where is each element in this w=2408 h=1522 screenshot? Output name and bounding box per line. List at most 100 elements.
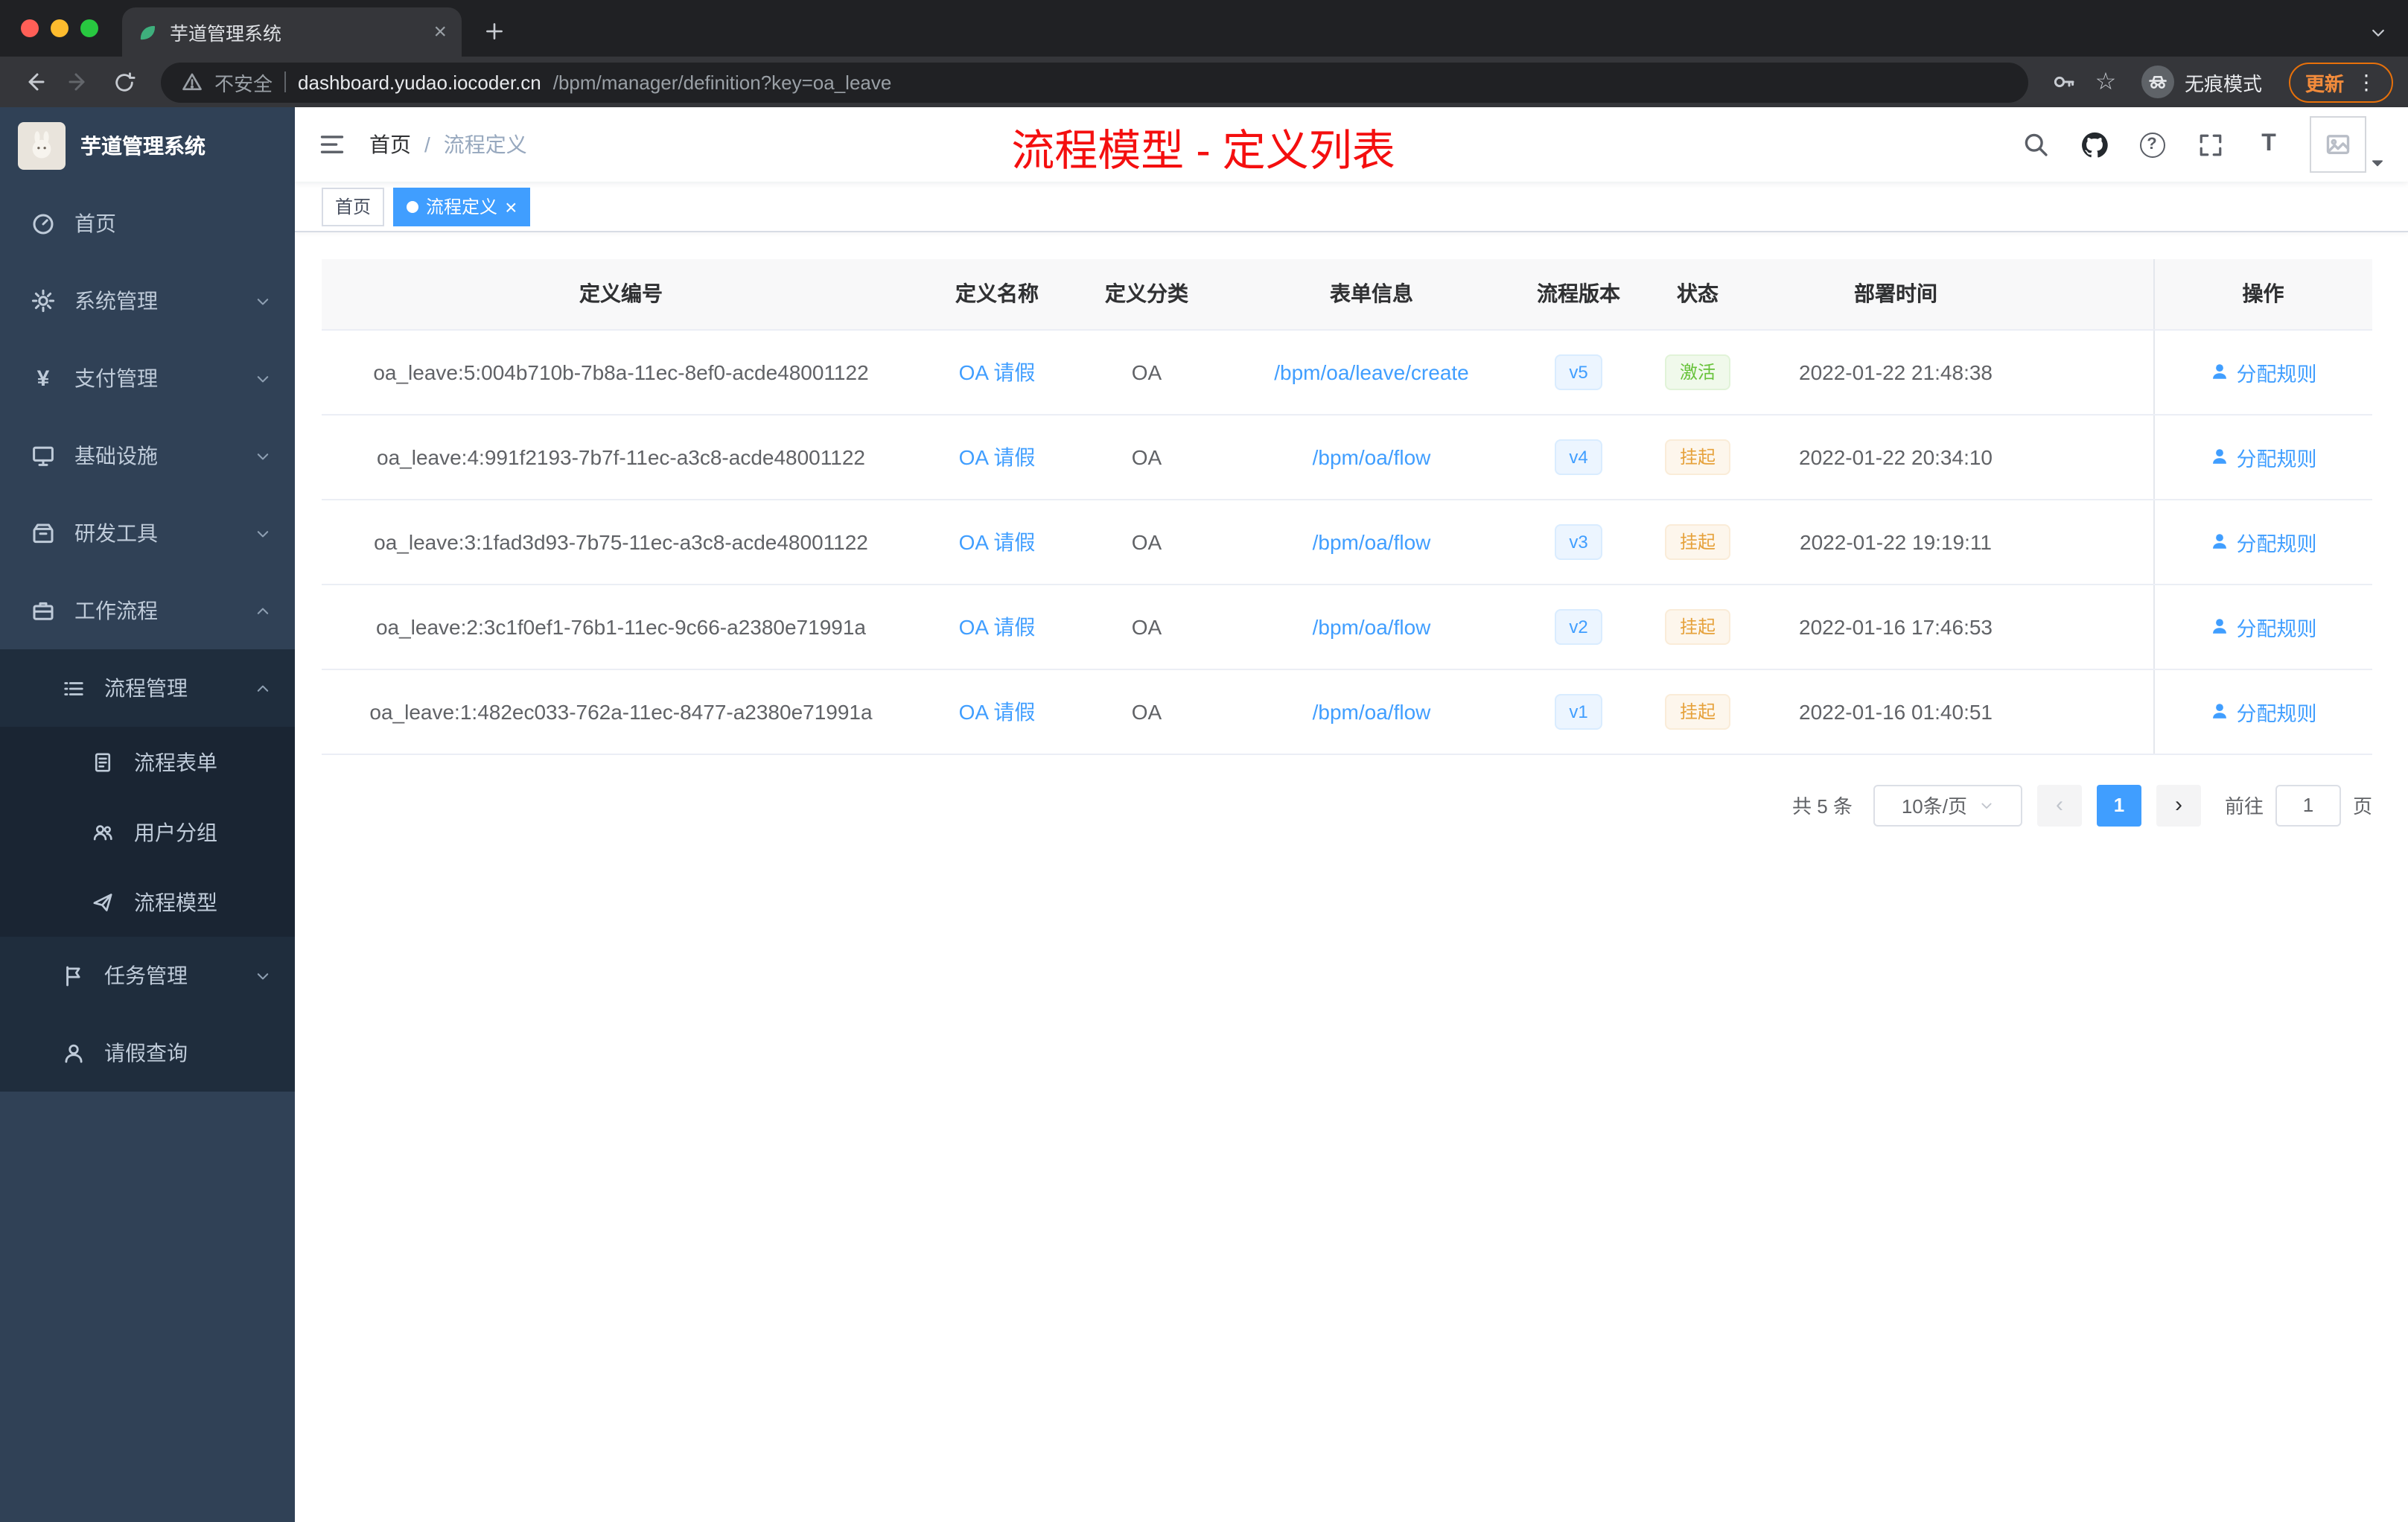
back-button[interactable]: [15, 63, 54, 101]
sidebar-item-process-management[interactable]: 流程管理: [0, 649, 295, 727]
cell-deploy-time: 2022-01-16 01:40:51: [1762, 669, 2030, 754]
page-number-1[interactable]: 1: [2096, 784, 2141, 826]
sidebar: 芋道管理系统 首页 系统管理 ¥ 支付管理 基础设施 研发工具 工作流程 流程管…: [0, 107, 295, 1522]
version-badge[interactable]: v4: [1554, 439, 1603, 474]
user-menu[interactable]: [2310, 116, 2384, 173]
bookmark-star-icon[interactable]: ☆: [2088, 64, 2124, 100]
monitor-icon: [30, 444, 57, 468]
sidebar-item-devtools[interactable]: 研发工具: [0, 494, 295, 572]
sidebar-item-process-model[interactable]: 流程模型: [0, 867, 295, 937]
cell-definition-id: oa_leave:3:1fad3d93-7b75-11ec-a3c8-acde4…: [322, 499, 920, 585]
definition-name-link[interactable]: OA 请假: [959, 699, 1036, 723]
sidebar-item-label: 研发工具: [74, 521, 158, 545]
form-link[interactable]: /bpm/oa/flow: [1313, 699, 1431, 723]
window-close-button[interactable]: [21, 19, 39, 37]
tab-search-button[interactable]: [2369, 24, 2387, 42]
reload-button[interactable]: [104, 63, 143, 101]
definition-name-link[interactable]: OA 请假: [959, 360, 1036, 383]
security-label[interactable]: 不安全: [214, 68, 273, 96]
definition-name-link[interactable]: OA 请假: [959, 614, 1036, 638]
table-row: oa_leave:3:1fad3d93-7b75-11ec-a3c8-acde4…: [322, 499, 2372, 585]
table-row: oa_leave:1:482ec033-762a-11ec-8477-a2380…: [322, 669, 2372, 754]
status-badge: 挂起: [1664, 439, 1730, 474]
toolbox-icon: [30, 521, 57, 545]
users-icon: [89, 821, 116, 842]
version-badge[interactable]: v2: [1554, 608, 1603, 644]
font-size-icon[interactable]: T: [2250, 127, 2286, 162]
sidebar-logo[interactable]: 芋道管理系统: [0, 107, 295, 185]
version-badge[interactable]: v3: [1554, 523, 1603, 559]
incognito-icon: [2141, 66, 2174, 98]
tab-close-icon[interactable]: ×: [433, 21, 447, 43]
definition-name-link[interactable]: OA 请假: [959, 529, 1036, 553]
goto-page-input[interactable]: [2275, 784, 2341, 826]
arrow-left-icon: [28, 73, 45, 91]
list-icon: [60, 677, 86, 699]
prev-page-button[interactable]: ‹: [2036, 784, 2082, 826]
page-size-select[interactable]: 10条/页: [1873, 784, 2022, 826]
briefcase-icon: [30, 599, 57, 623]
incognito-indicator: 无痕模式: [2141, 66, 2262, 98]
cell-definition-id: oa_leave:5:004b710b-7b8a-11ec-8ef0-acde4…: [322, 329, 920, 415]
assign-rule-button[interactable]: 分配规则: [2210, 442, 2317, 471]
cell-filler: [2030, 669, 2153, 754]
tags-view-bar: 首页 流程定义 ×: [295, 182, 2408, 232]
browser-update-chip[interactable]: 更新 ⋮: [2288, 62, 2393, 102]
assign-rule-button[interactable]: 分配规则: [2210, 611, 2317, 641]
form-link[interactable]: /bpm/oa/flow: [1313, 614, 1431, 638]
new-tab-button[interactable]: [474, 10, 515, 52]
fullscreen-icon[interactable]: [2192, 127, 2228, 162]
assign-rule-button[interactable]: 分配规则: [2210, 696, 2317, 726]
assign-rule-button[interactable]: 分配规则: [2210, 357, 2317, 386]
browser-menu-kebab-icon[interactable]: ⋮: [2356, 69, 2377, 95]
table-row: oa_leave:5:004b710b-7b8a-11ec-8ef0-acde4…: [322, 329, 2372, 415]
tag-close-icon[interactable]: ×: [505, 196, 517, 217]
version-badge[interactable]: v5: [1554, 354, 1603, 389]
sidebar-item-task-management[interactable]: 任务管理: [0, 937, 295, 1014]
sidebar-item-process-form[interactable]: 流程表单: [0, 727, 295, 797]
tag-label: 流程定义: [426, 197, 498, 217]
version-badge[interactable]: v1: [1554, 693, 1603, 729]
column-header-filler: [2030, 259, 2153, 330]
status-badge: 激活: [1664, 354, 1730, 389]
cell-filler: [2030, 499, 2153, 585]
sidebar-item-user-group[interactable]: 用户分组: [0, 797, 295, 867]
sidebar-item-payment[interactable]: ¥ 支付管理: [0, 340, 295, 417]
reload-icon: [115, 71, 135, 91]
sidebar-item-workflow[interactable]: 工作流程: [0, 572, 295, 649]
breadcrumb-home[interactable]: 首页: [369, 130, 411, 159]
definition-name-link[interactable]: OA 请假: [959, 445, 1036, 468]
column-header: 定义名称: [920, 259, 1074, 330]
address-bar[interactable]: 不安全 dashboard.yudao.iocoder.cn/bpm/manag…: [161, 62, 2028, 102]
search-icon[interactable]: [2018, 127, 2054, 162]
password-key-icon[interactable]: [2046, 64, 2082, 100]
sidebar-item-home[interactable]: 首页: [0, 185, 295, 262]
sidebar-item-infrastructure[interactable]: 基础设施: [0, 417, 295, 494]
cell-definition-id: oa_leave:1:482ec033-762a-11ec-8477-a2380…: [322, 669, 920, 754]
github-icon[interactable]: [2076, 127, 2112, 162]
next-page-button[interactable]: ›: [2156, 784, 2201, 826]
browser-tab[interactable]: 芋道管理系统 ×: [122, 7, 462, 57]
form-link[interactable]: /bpm/oa/leave/create: [1274, 360, 1469, 383]
column-header: 定义分类: [1074, 259, 1220, 330]
sidebar-item-label: 流程模型: [134, 890, 217, 914]
sidebar-item-label: 请假查询: [104, 1041, 188, 1065]
help-icon[interactable]: ?: [2134, 127, 2170, 162]
window-minimize-button[interactable]: [51, 19, 69, 37]
sidebar-item-system[interactable]: 系统管理: [0, 262, 295, 340]
form-link[interactable]: /bpm/oa/flow: [1313, 445, 1431, 468]
forward-button[interactable]: [60, 63, 98, 101]
sidebar-collapse-icon[interactable]: [319, 131, 345, 158]
tag-home[interactable]: 首页: [322, 187, 385, 226]
url-host: dashboard.yudao.iocoder.cn: [298, 71, 541, 93]
assign-rule-button[interactable]: 分配规则: [2210, 526, 2317, 556]
window-zoom-button[interactable]: [80, 19, 98, 37]
column-header: 部署时间: [1762, 259, 2030, 330]
cell-filler: [2030, 329, 2153, 415]
form-link[interactable]: /bpm/oa/flow: [1313, 529, 1431, 553]
chevron-up-icon: [255, 602, 271, 619]
sidebar-item-leave-query[interactable]: 请假查询: [0, 1014, 295, 1092]
page-unit-label: 页: [2352, 795, 2372, 818]
tag-process-definition[interactable]: 流程定义 ×: [393, 187, 531, 226]
person-icon: [2212, 364, 2226, 379]
